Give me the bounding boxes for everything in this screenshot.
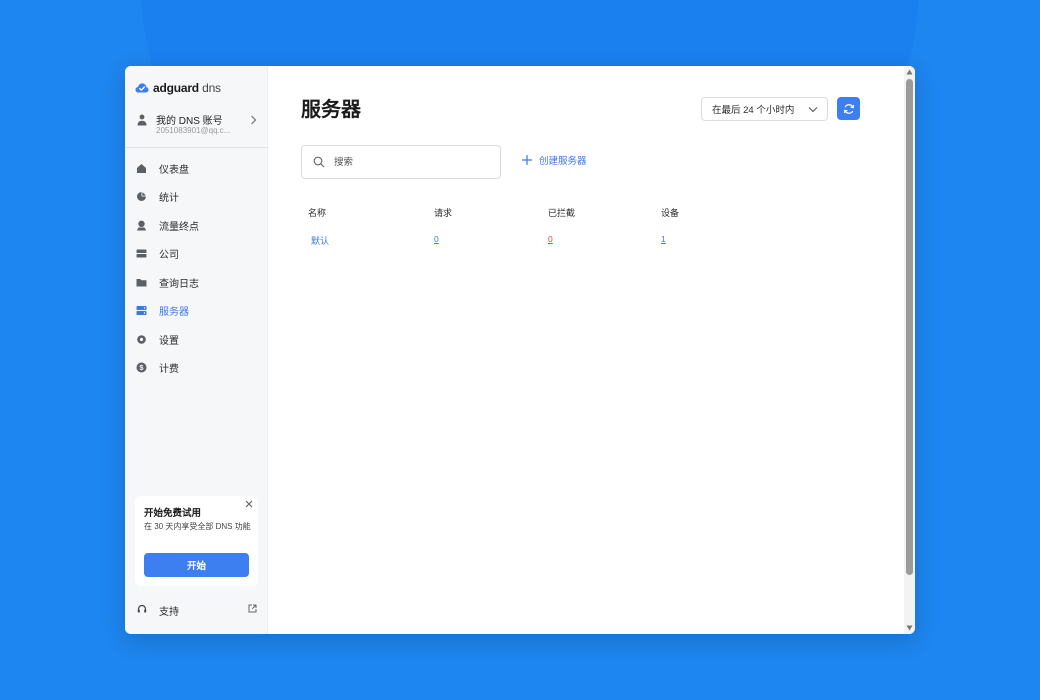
- account-email: 2051083901@qq.c...: [156, 126, 231, 135]
- sidebar-item-billing[interactable]: $ 计费: [125, 354, 268, 383]
- plus-icon: [522, 155, 532, 165]
- column-header-blocked: 已拦截: [548, 208, 576, 218]
- devices-count-link[interactable]: 1: [661, 234, 666, 244]
- support-label: 支持: [159, 607, 179, 618]
- sidebar-item-statistics[interactable]: 统计: [125, 183, 268, 212]
- folder-icon: [136, 277, 147, 288]
- requests-count-link[interactable]: 0: [434, 234, 439, 244]
- start-trial-button[interactable]: 开始: [144, 553, 249, 577]
- user-icon: [137, 114, 147, 126]
- refresh-icon: [843, 103, 854, 114]
- external-link-icon: [248, 604, 257, 613]
- dashboard-icon: [136, 163, 147, 174]
- close-icon[interactable]: [244, 499, 254, 509]
- scroll-up-arrow-icon[interactable]: [906, 69, 913, 75]
- sidebar-nav: 仪表盘 统计 流量终点 公司 查询日志 服务器 设置 $ 计费: [125, 154, 268, 382]
- sidebar-item-label: 查询日志: [159, 278, 199, 290]
- logo-bold: adguard: [153, 81, 199, 95]
- sidebar-item-dashboard[interactable]: 仪表盘: [125, 154, 268, 183]
- dollar-icon: $: [136, 362, 147, 373]
- pie-chart-icon: [136, 191, 147, 202]
- sidebar-item-label: 统计: [159, 193, 179, 205]
- page-title: 服务器: [301, 99, 361, 121]
- account-switcher[interactable]: 我的 DNS 账号 2051083901@qq.c...: [135, 112, 259, 138]
- adguard-cloud-icon: [135, 83, 149, 93]
- gear-icon: [136, 334, 147, 345]
- support-link[interactable]: 支持: [135, 603, 259, 618]
- headset-icon: [137, 604, 147, 613]
- sidebar-item-label: 设置: [159, 335, 179, 347]
- vertical-scrollbar[interactable]: [904, 66, 915, 634]
- sidebar-item-label: 流量终点: [159, 221, 199, 233]
- sidebar-item-query-log[interactable]: 查询日志: [125, 268, 268, 297]
- trial-title: 开始免费试用: [144, 508, 202, 519]
- sidebar-item-label: 计费: [159, 364, 179, 376]
- column-header-devices: 设备: [661, 208, 680, 218]
- map-pin-icon: [136, 220, 147, 231]
- logo-light: dns: [202, 81, 221, 95]
- sidebar-item-settings[interactable]: 设置: [125, 325, 268, 354]
- server-name-link[interactable]: 默认: [311, 234, 329, 247]
- period-value: 在最后 24 个小时内: [712, 105, 795, 116]
- logo-text: adguard dns: [153, 81, 221, 95]
- main-content: 服务器 在最后 24 个小时内 搜索 创建服务器 名称 请求 已拦截 设备 默认…: [268, 66, 915, 634]
- sidebar-item-servers[interactable]: 服务器: [125, 297, 268, 326]
- account-title: 我的 DNS 账号: [156, 116, 223, 127]
- app-window: adguard dns 我的 DNS 账号 2051083901@qq.c...…: [125, 66, 915, 634]
- column-header-name: 名称: [308, 208, 327, 218]
- create-server-label: 创建服务器: [539, 156, 587, 167]
- sidebar-item-company[interactable]: 公司: [125, 240, 268, 269]
- period-select[interactable]: 在最后 24 个小时内: [701, 97, 828, 121]
- free-trial-card: 开始免费试用 在 30 天内享受全部 DNS 功能 开始: [135, 496, 258, 586]
- blocked-count-link[interactable]: 0: [548, 234, 553, 244]
- chevron-right-icon: [251, 115, 257, 125]
- sidebar-item-label: 公司: [159, 250, 179, 262]
- scrollbar-thumb[interactable]: [906, 79, 913, 575]
- sidebar-item-traffic-destinations[interactable]: 流量终点: [125, 211, 268, 240]
- sidebar-item-label: 服务器: [159, 307, 189, 319]
- column-header-requests: 请求: [434, 208, 453, 218]
- sidebar-divider: [125, 147, 268, 148]
- scroll-down-arrow-icon[interactable]: [906, 625, 913, 631]
- server-icon: [136, 305, 147, 316]
- search-icon: [313, 156, 325, 168]
- search-field[interactable]: [301, 145, 501, 179]
- trial-description: 在 30 天内享受全部 DNS 功能: [144, 522, 251, 531]
- create-server-button[interactable]: 创建服务器: [521, 153, 587, 167]
- sidebar: adguard dns 我的 DNS 账号 2051083901@qq.c...…: [125, 66, 268, 634]
- refresh-button[interactable]: [837, 97, 860, 120]
- adguard-logo[interactable]: adguard dns: [135, 81, 221, 95]
- table-header: 名称 请求 已拦截 设备: [308, 206, 728, 233]
- sidebar-item-label: 仪表盘: [159, 164, 189, 176]
- table-row[interactable]: 默认 0 0 1: [308, 233, 728, 260]
- company-icon: [136, 248, 147, 259]
- servers-table: 名称 请求 已拦截 设备 默认 0 0 1: [308, 206, 728, 260]
- chevron-down-icon: [808, 107, 818, 113]
- search-input[interactable]: [334, 154, 484, 170]
